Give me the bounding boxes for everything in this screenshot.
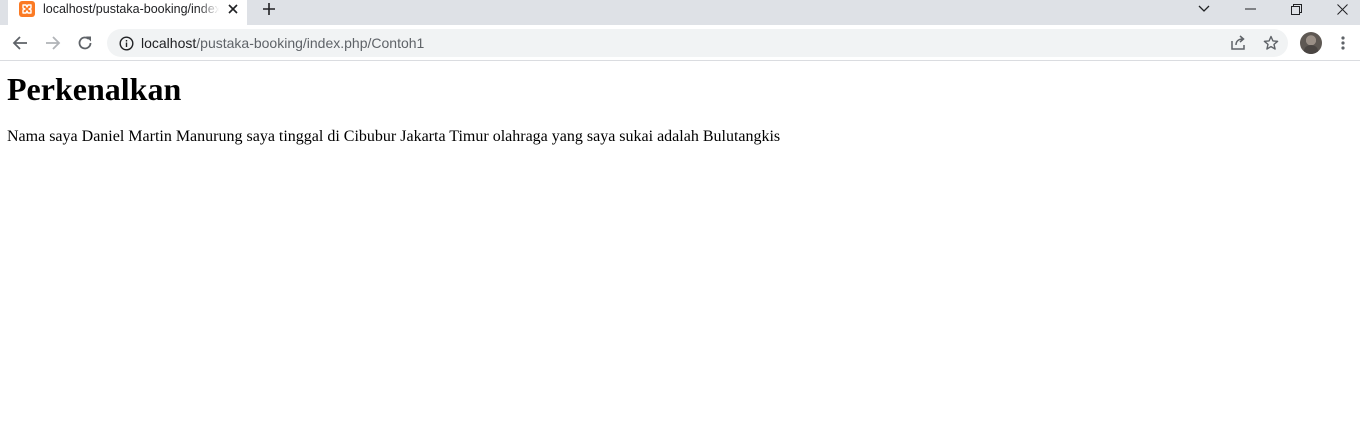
xampp-favicon-icon — [19, 1, 35, 17]
tab-title: localhost/pustaka-booking/index.php/Cont… — [43, 2, 219, 16]
url-path: /pustaka-booking/index.php/Contoh1 — [196, 35, 425, 51]
minimize-icon[interactable] — [1227, 0, 1273, 18]
tab-strip: localhost/pustaka-booking/index.php/Cont… — [0, 0, 1360, 25]
share-icon[interactable] — [1227, 33, 1249, 53]
url-text[interactable]: localhost/pustaka-booking/index.php/Cont… — [141, 35, 424, 51]
intro-paragraph: Nama saya Daniel Martin Manurung saya ti… — [7, 128, 781, 145]
profile-avatar[interactable] — [1300, 32, 1322, 54]
tab-search-chevron-down-icon[interactable] — [1181, 0, 1227, 18]
page-heading: Perkenalkan — [7, 71, 182, 107]
kebab-menu-icon[interactable] — [1332, 31, 1354, 55]
back-arrow-icon[interactable] — [6, 29, 34, 57]
reload-icon[interactable] — [71, 29, 99, 57]
info-icon[interactable] — [118, 35, 134, 51]
browser-tab[interactable]: localhost/pustaka-booking/index.php/Cont… — [8, 0, 247, 25]
url-host: localhost — [141, 35, 197, 51]
browser-toolbar: localhost/pustaka-booking/index.php/Cont… — [0, 25, 1360, 61]
restore-icon[interactable] — [1273, 0, 1319, 18]
star-icon[interactable] — [1260, 33, 1282, 53]
page-viewport: Perkenalkan Nama saya Daniel Martin Manu… — [0, 62, 1360, 435]
new-tab-plus-icon[interactable] — [256, 0, 282, 20]
address-bar[interactable]: localhost/pustaka-booking/index.php/Cont… — [107, 29, 1288, 57]
forward-arrow-icon[interactable] — [39, 29, 67, 57]
close-window-icon[interactable] — [1319, 0, 1360, 18]
tab-close-icon[interactable] — [224, 0, 242, 18]
